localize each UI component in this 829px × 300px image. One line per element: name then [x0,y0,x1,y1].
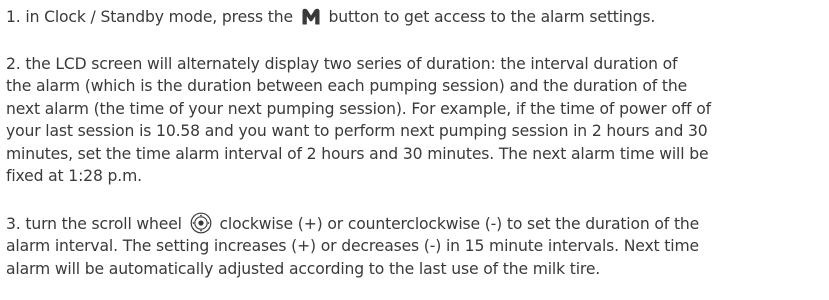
step-2-line-3: next alarm (the time of your next pumpin… [6,99,711,118]
step-3-line-2: alarm interval. The setting increases (+… [6,237,699,255]
step-3-text-after-icon: clockwise (+) or counterclockwise (-) to… [219,214,700,233]
step-1-text-after-icon: button to get access to the alarm settin… [328,8,656,26]
step-1-paragraph: 1. in Clock / Standby mode, press the bu… [6,6,823,29]
step-2-line-5: minutes, set the time alarm interval of … [6,144,709,163]
step-2-paragraph: 2. the LCD screen will alternately displ… [6,53,823,188]
step-3-text-before-icon: 3. turn the scroll wheel [6,214,182,233]
step-3-line-3: alarm will be automatically adjusted acc… [6,259,601,278]
scroll-wheel-icon [190,212,212,234]
m-logo-icon [301,8,321,25]
instruction-document: 1. in Clock / Standby mode, press the bu… [0,0,829,300]
step-2-line-4: your last session is 10.58 and you want … [6,122,708,140]
step-1-text-before-icon: 1. in Clock / Standby mode, press the [6,8,293,26]
step-2-line-2: the alarm (which is the duration between… [6,77,688,95]
step-2-line-1: 2. the LCD screen will alternately displ… [6,54,678,73]
step-3-paragraph: 3. turn the scroll wheel clockwise (+) o… [6,212,823,281]
step-2-line-6: fixed at 1:28 p.m. [6,167,142,185]
